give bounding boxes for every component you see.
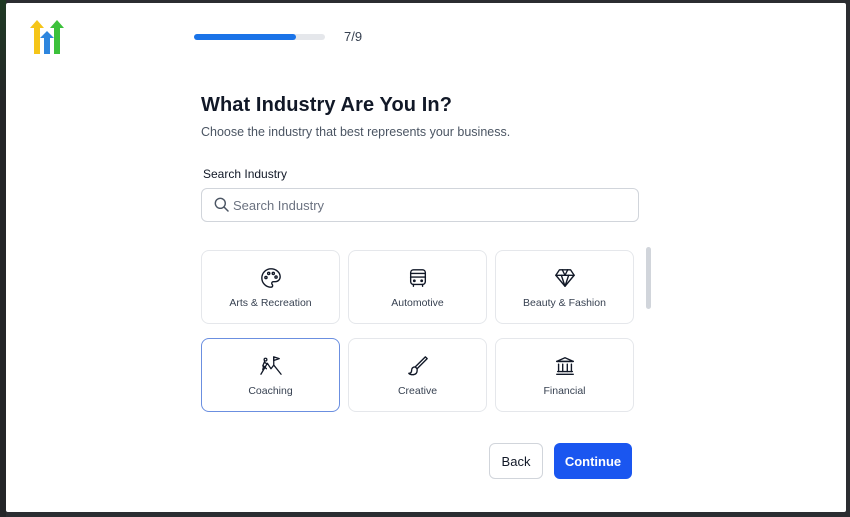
bank-icon	[556, 357, 574, 375]
industry-card-automotive[interactable]: Automotive	[348, 250, 487, 324]
search-icon	[214, 197, 229, 212]
grid-scrollbar[interactable]	[646, 247, 651, 309]
industry-card-label: Creative	[397, 385, 438, 397]
logo-icon	[30, 20, 64, 54]
palette-icon	[261, 268, 281, 288]
search-input[interactable]	[233, 195, 623, 215]
back-button[interactable]: Back	[489, 443, 543, 479]
search-field[interactable]	[201, 188, 639, 222]
industry-card-financial[interactable]: Financial	[495, 338, 634, 412]
industry-card-label: Coaching	[248, 385, 293, 397]
search-label: Search Industry	[203, 167, 288, 181]
industry-card-arts-recreation[interactable]: Arts & Recreation	[201, 250, 340, 324]
progress-bar-fill	[194, 34, 297, 40]
industry-card-label: Automotive	[391, 297, 444, 309]
industry-card-label: Arts & Recreation	[229, 297, 312, 309]
industry-card-creative[interactable]: Creative	[348, 338, 487, 412]
page-title: What Industry Are You In?	[201, 94, 453, 116]
industry-grid: Arts & Recreation Automotive Beauty & Fa…	[200, 249, 640, 412]
step-counter: 7/9	[344, 29, 363, 44]
page-subtitle: Choose the industry that best represents…	[201, 125, 511, 139]
onboarding-window: 7/9 What Industry Are You In? Choose the…	[6, 3, 846, 512]
continue-button[interactable]: Continue	[554, 443, 632, 479]
industry-card-beauty-fashion[interactable]: Beauty & Fashion	[495, 250, 634, 324]
industry-card-label: Financial	[543, 385, 586, 397]
industry-card-coaching[interactable]: Coaching	[201, 338, 340, 412]
industry-card-label: Beauty & Fashion	[523, 297, 606, 309]
progress-bar	[194, 34, 325, 40]
paintbrush-icon	[408, 356, 428, 376]
mountain-flag-icon	[260, 356, 282, 375]
bus-icon	[409, 269, 427, 287]
diamond-icon	[555, 269, 575, 287]
